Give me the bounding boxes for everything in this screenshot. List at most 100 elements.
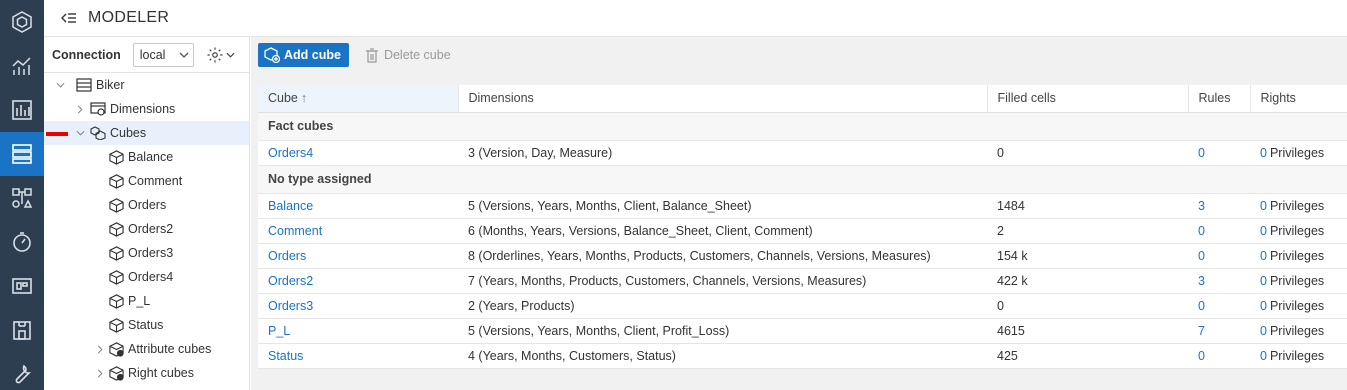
column-header-rules[interactable]: Rules — [1188, 85, 1251, 113]
table-row[interactable]: Comment 6 (Months, Years, Versions, Balan… — [258, 218, 1347, 244]
cube-name-link-value[interactable]: Status — [268, 349, 303, 363]
tree-item-right-cubes[interactable]: Right cubes — [44, 361, 249, 385]
rules-link-value[interactable]: 7 — [1198, 324, 1205, 338]
table-row[interactable]: Orders4 3 (Version, Day, Measure) 0 0 0 Privi… — [258, 140, 1347, 166]
chevron-down-icon[interactable] — [54, 79, 66, 91]
tree-item-dimensions[interactable]: Dimensions — [44, 97, 249, 121]
cube-name-link[interactable]: Orders3 — [258, 293, 458, 319]
tree-item-cube[interactable]: P_L — [44, 289, 249, 313]
rights-cell[interactable]: 0 Privileges — [1250, 218, 1347, 244]
chevron-right-icon[interactable] — [94, 343, 106, 355]
logo-icon[interactable] — [0, 0, 44, 44]
rules-link-value[interactable]: 3 — [1198, 274, 1205, 288]
group-label: Fact cubes — [258, 112, 1347, 141]
rules-link-value[interactable]: 0 — [1198, 349, 1205, 363]
rules-link[interactable]: 7 — [1188, 318, 1250, 344]
rights-cell[interactable]: 0 Privileges — [1250, 193, 1347, 219]
rights-cell[interactable]: 0 Privileges — [1250, 140, 1347, 166]
table-row[interactable]: P_L 5 (Versions, Years, Months, Client, P… — [258, 318, 1347, 344]
rights-cell[interactable]: 0 Privileges — [1250, 293, 1347, 319]
cube-name-link[interactable]: Balance — [258, 193, 458, 219]
rules-link-value[interactable]: 0 — [1198, 146, 1205, 160]
delete-cube-button[interactable]: Delete cube — [365, 47, 451, 63]
tree-item-cube[interactable]: Orders2 — [44, 217, 249, 241]
cube-name-link[interactable]: P_L — [258, 318, 458, 344]
cube-icon — [108, 317, 124, 333]
rules-link-value[interactable]: 0 — [1198, 249, 1205, 263]
tree-item-attribute-cubes[interactable]: Attribute cubes — [44, 337, 249, 361]
scheduler-icon[interactable] — [0, 220, 44, 264]
add-cube-button[interactable]: Add cube — [258, 43, 349, 67]
store-icon[interactable] — [0, 308, 44, 352]
etl-icon[interactable] — [0, 176, 44, 220]
cube-name-link-value[interactable]: Balance — [268, 199, 313, 213]
rights-cell[interactable]: 0 Privileges — [1250, 268, 1347, 294]
tree-item-cube[interactable]: Orders — [44, 193, 249, 217]
rules-link[interactable]: 3 — [1188, 193, 1250, 219]
rights-count-link[interactable]: 0 — [1260, 274, 1267, 288]
cube-name-link[interactable]: Orders — [258, 243, 458, 269]
designer-icon[interactable] — [0, 264, 44, 308]
rights-count-link[interactable]: 0 — [1260, 249, 1267, 263]
rules-link[interactable]: 0 — [1188, 293, 1250, 319]
app-nav-rail — [0, 0, 44, 390]
column-header-rights[interactable]: Rights — [1250, 85, 1347, 113]
tree-item-cubes[interactable]: Cubes — [44, 121, 249, 145]
connection-select[interactable]: local — [132, 42, 194, 67]
tools-icon[interactable] — [0, 352, 44, 390]
settings-menu-button[interactable] — [206, 46, 235, 64]
rules-link[interactable]: 0 — [1188, 243, 1250, 269]
rules-link-value[interactable]: 0 — [1198, 299, 1205, 313]
tree-item-cube[interactable]: Balance — [44, 145, 249, 169]
table-row[interactable]: Orders 8 (Orderlines, Years, Months, Prod… — [258, 243, 1347, 269]
column-header-dimensions[interactable]: Dimensions — [458, 85, 988, 113]
rules-link[interactable]: 0 — [1188, 343, 1250, 369]
tree-item-biker[interactable]: Biker — [44, 73, 249, 97]
rules-link-value[interactable]: 0 — [1198, 224, 1205, 238]
rights-cell[interactable]: 0 Privileges — [1250, 243, 1347, 269]
dimensions-cell-value: 2 (Years, Products) — [468, 298, 575, 313]
cube-name-link-value[interactable]: Orders3 — [268, 299, 313, 313]
table-row[interactable]: Orders2 7 (Years, Months, Products, Custo… — [258, 268, 1347, 294]
analytics-icon[interactable] — [0, 44, 44, 88]
cube-name-link-value[interactable]: Orders2 — [268, 274, 313, 288]
rights-count-link[interactable]: 0 — [1260, 146, 1267, 160]
dimensions-cell-value: 4 (Years, Months, Customers, Status) — [468, 348, 676, 363]
cube-name-link-value[interactable]: Orders — [268, 249, 306, 263]
rights-count-link[interactable]: 0 — [1260, 324, 1267, 338]
cube-name-link-value[interactable]: Comment — [268, 224, 322, 238]
rights-cell[interactable]: 0 Privileges — [1250, 343, 1347, 369]
chevron-down-icon[interactable] — [74, 127, 86, 139]
filled-cells-cell: 4615 — [987, 318, 1188, 344]
reports-icon[interactable] — [0, 88, 44, 132]
collapse-menu-icon[interactable] — [56, 11, 82, 25]
rights-count-link[interactable]: 0 — [1260, 199, 1267, 213]
modeler-icon[interactable] — [0, 132, 44, 176]
rules-link-value[interactable]: 3 — [1198, 199, 1205, 213]
cube-name-link[interactable]: Comment — [258, 218, 458, 244]
cube-name-link-value[interactable]: Orders4 — [268, 146, 313, 160]
cube-name-link-value[interactable]: P_L — [268, 324, 290, 338]
cube-name-link[interactable]: Orders2 — [258, 268, 458, 294]
rights-count-link[interactable]: 0 — [1260, 299, 1267, 313]
tree-item-cube[interactable]: Comment — [44, 169, 249, 193]
tree-item-cube[interactable]: Orders4 — [44, 265, 249, 289]
table-row[interactable]: Orders3 2 (Years, Products) 0 0 0 Privileges — [258, 293, 1347, 319]
table-row[interactable]: Balance 5 (Versions, Years, Months, Clien… — [258, 193, 1347, 219]
column-header-cube[interactable]: Cube ↑ — [258, 85, 459, 113]
rules-link[interactable]: 0 — [1188, 140, 1250, 166]
table-row[interactable]: Status 4 (Years, Months, Customers, Statu… — [258, 343, 1347, 369]
rules-link[interactable]: 0 — [1188, 218, 1250, 244]
cube-name-link[interactable]: Status — [258, 343, 458, 369]
rights-count-link[interactable]: 0 — [1260, 349, 1267, 363]
cube-name-link[interactable]: Orders4 — [258, 140, 458, 166]
rules-link[interactable]: 3 — [1188, 268, 1250, 294]
filled-cells-cell-value: 4615 — [997, 323, 1025, 338]
chevron-right-icon[interactable] — [74, 103, 86, 115]
rights-cell[interactable]: 0 Privileges — [1250, 318, 1347, 344]
rights-count-link[interactable]: 0 — [1260, 224, 1267, 238]
column-header-filled-cells[interactable]: Filled cells — [987, 85, 1189, 113]
tree-item-cube[interactable]: Status — [44, 313, 249, 337]
chevron-right-icon[interactable] — [94, 367, 106, 379]
tree-item-cube[interactable]: Orders3 — [44, 241, 249, 265]
